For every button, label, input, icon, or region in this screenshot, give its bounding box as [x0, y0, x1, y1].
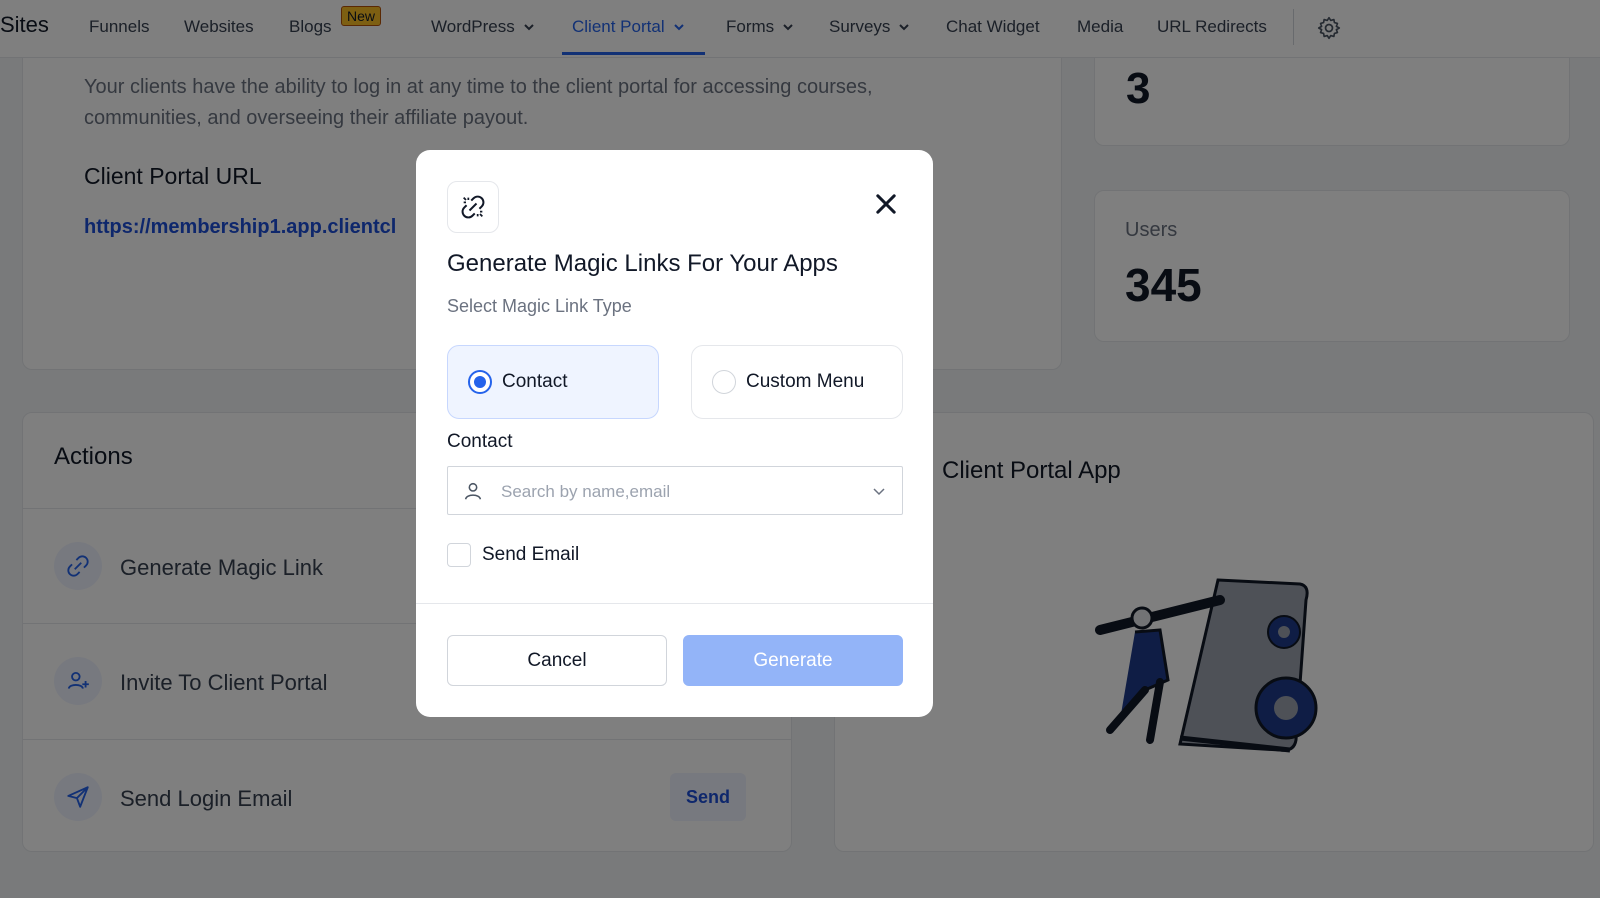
contact-search-select[interactable]: Search by name,email [447, 466, 903, 515]
user-icon [464, 482, 482, 500]
chevron-down-icon [873, 488, 885, 496]
contact-field-label: Contact [447, 431, 513, 452]
send-email-option[interactable]: Send Email [447, 543, 579, 567]
magic-link-modal: Generate Magic Links For Your Apps Selec… [416, 150, 933, 717]
link-type-contact-option[interactable]: Contact [447, 345, 659, 419]
radio-label: Custom Menu [746, 371, 865, 392]
contact-search-placeholder: Search by name,email [501, 482, 671, 501]
modal-title: Generate Magic Links For Your Apps [447, 250, 838, 277]
radio-label: Contact [502, 371, 568, 392]
modal-subtitle: Select Magic Link Type [447, 296, 632, 316]
link-type-custom-menu-option[interactable]: Custom Menu [691, 345, 903, 419]
send-email-label: Send Email [482, 544, 580, 565]
radio-contact[interactable] [468, 370, 492, 394]
send-email-checkbox[interactable] [447, 543, 471, 567]
magic-link-icon [447, 181, 499, 233]
cancel-button[interactable]: Cancel [447, 635, 667, 686]
close-icon[interactable] [872, 190, 900, 218]
radio-custom-menu[interactable] [712, 370, 736, 394]
generate-button[interactable]: Generate [683, 635, 903, 686]
modal-divider [416, 603, 933, 604]
